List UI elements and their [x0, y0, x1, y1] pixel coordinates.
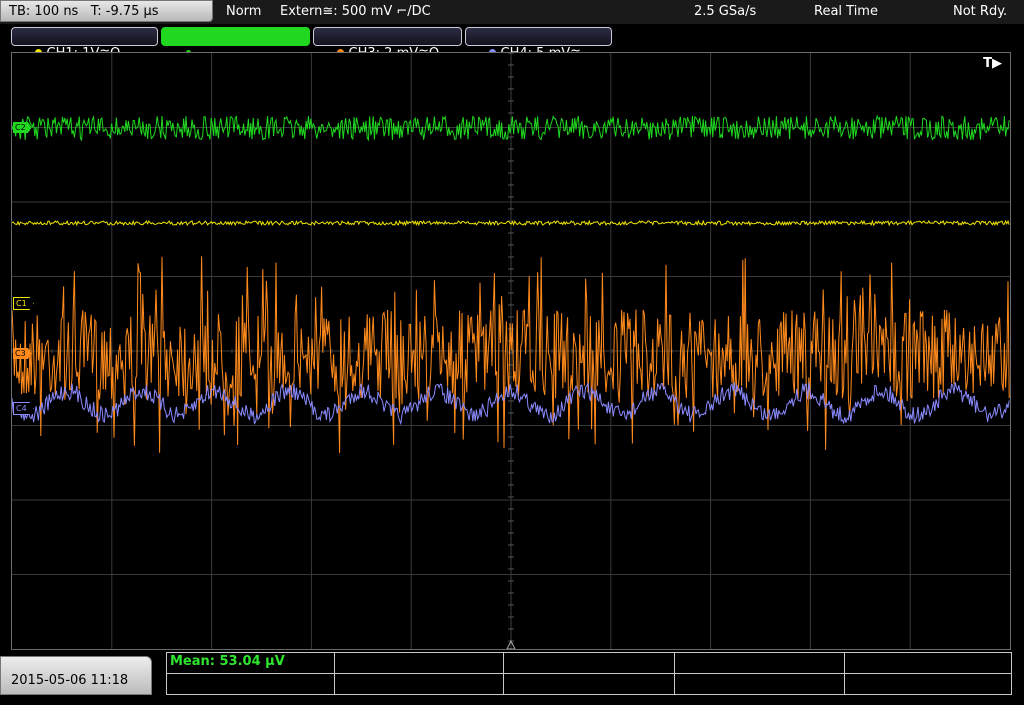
waveform-canvas: [12, 53, 1010, 649]
mean-measurement: Mean: 53.04 µV: [170, 654, 285, 669]
channel-tab-ch1[interactable]: CH1: 1V≅Ω: [11, 27, 158, 61]
sample-rate: 2.5 GSa/s: [694, 4, 757, 19]
measurement-cell[interactable]: [335, 653, 504, 674]
channel-tab-ch4[interactable]: CH4: 5 mV≅: [465, 27, 612, 61]
trigger-mode[interactable]: Norm: [226, 0, 261, 24]
acquisition-mode: Real Time: [814, 4, 878, 19]
waveform-display[interactable]: T▶ C2 C1 C3 C4: [11, 52, 1011, 650]
trigger-source[interactable]: Extern≅: 500 mV ⌐/DC: [280, 0, 431, 24]
status-bar: TB: 100 ns T: -9.75 µs Norm Extern≅: 500…: [0, 0, 1024, 24]
channel-tabs: CH1: 1V≅Ω CH2: 5 mV≅Ω CH3: 2 mV≅Ω CH4: 5…: [0, 25, 1024, 61]
ch3-offset-marker[interactable]: C3: [13, 348, 32, 359]
measurement-panel: Mean: 53.04 µV: [166, 652, 1012, 695]
ch1-offset-marker[interactable]: C1: [13, 297, 34, 310]
measurement-cell[interactable]: [675, 653, 845, 674]
measurement-cell[interactable]: [167, 674, 335, 695]
timebase-readout[interactable]: TB: 100 ns T: -9.75 µs: [0, 0, 213, 22]
measurement-cell[interactable]: [845, 653, 1011, 674]
ch4-offset-marker[interactable]: C4: [13, 402, 34, 415]
measurement-cell[interactable]: [845, 674, 1011, 695]
trigger-position-flag[interactable]: T▶: [983, 56, 1002, 71]
channel-tab-ch2[interactable]: CH2: 5 mV≅Ω: [161, 27, 310, 61]
channel-tab-ch3[interactable]: CH3: 2 mV≅Ω: [313, 27, 462, 61]
date-time: 2015-05-06 11:18: [0, 656, 152, 695]
ch2-offset-marker[interactable]: C2: [13, 122, 32, 133]
measurement-cell[interactable]: Mean: 53.04 µV: [167, 653, 335, 674]
measurement-cell[interactable]: [675, 674, 845, 695]
measurement-cell[interactable]: [335, 674, 504, 695]
trigger-status: Not Rdy.: [953, 4, 1008, 19]
measurement-cell[interactable]: [504, 674, 675, 695]
measurement-cell[interactable]: [504, 653, 675, 674]
